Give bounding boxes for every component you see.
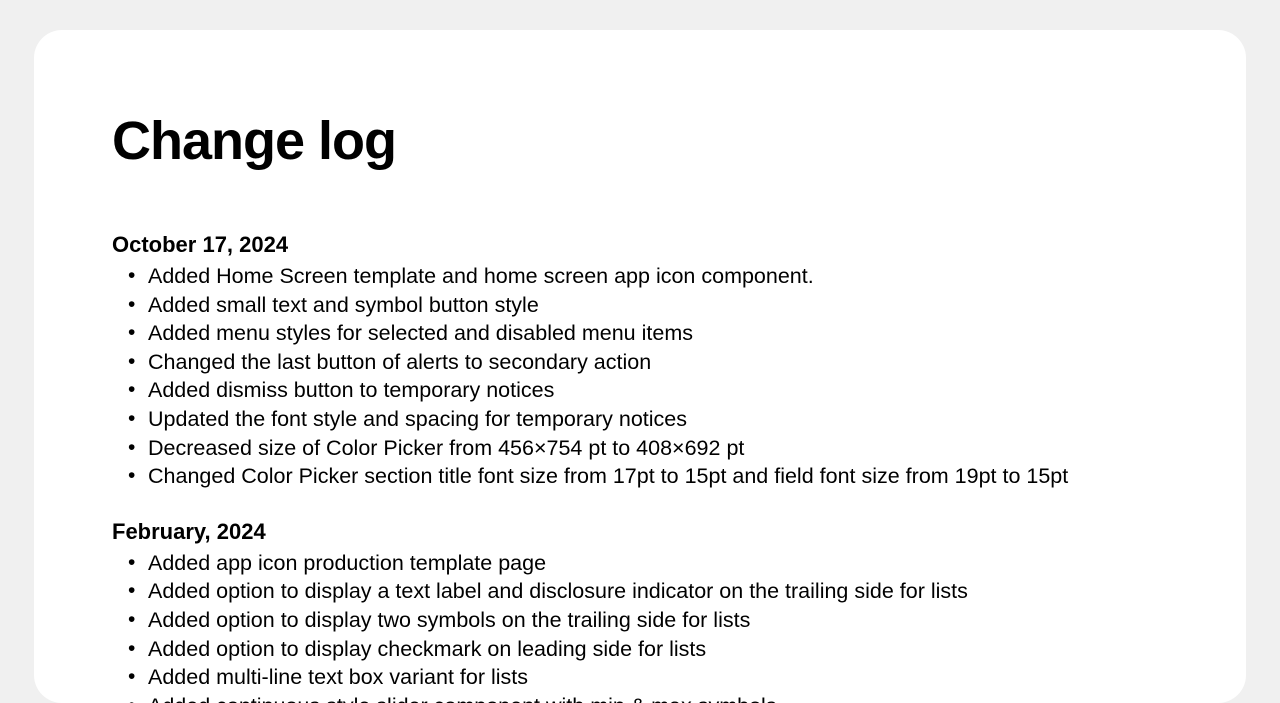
list-item: Changed the last button of alerts to sec…: [134, 348, 1168, 377]
list-item: Added dismiss button to temporary notice…: [134, 376, 1168, 405]
list-item: Added continuous style slider component …: [134, 692, 1168, 703]
list-item: Decreased size of Color Picker from 456×…: [134, 434, 1168, 463]
list-item: Added multi-line text box variant for li…: [134, 663, 1168, 692]
entry-items: Added Home Screen template and home scre…: [112, 262, 1168, 491]
page-title: Change log: [112, 110, 1168, 172]
list-item: Added option to display checkmark on lea…: [134, 635, 1168, 664]
list-item: Added option to display a text label and…: [134, 577, 1168, 606]
list-item: Added menu styles for selected and disab…: [134, 319, 1168, 348]
changelog-entry: October 17, 2024 Added Home Screen templ…: [112, 232, 1168, 491]
list-item: Added option to display two symbols on t…: [134, 606, 1168, 635]
entry-date: October 17, 2024: [112, 232, 1168, 258]
changelog-entry: February, 2024 Added app icon production…: [112, 519, 1168, 703]
changelog-card: Change log October 17, 2024 Added Home S…: [34, 30, 1246, 703]
list-item: Added Home Screen template and home scre…: [134, 262, 1168, 291]
list-item: Updated the font style and spacing for t…: [134, 405, 1168, 434]
list-item: Added app icon production template page: [134, 549, 1168, 578]
list-item: Added small text and symbol button style: [134, 291, 1168, 320]
list-item: Changed Color Picker section title font …: [134, 462, 1168, 491]
entry-date: February, 2024: [112, 519, 1168, 545]
entry-items: Added app icon production template page …: [112, 549, 1168, 703]
